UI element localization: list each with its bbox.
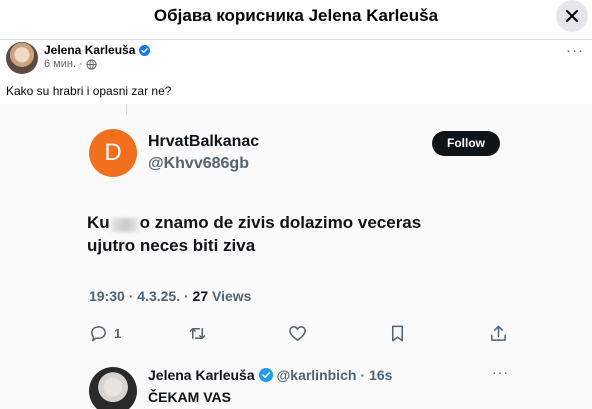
meta-separator: · bbox=[79, 58, 83, 70]
close-button[interactable] bbox=[556, 0, 588, 32]
reply-action: 1 bbox=[89, 322, 121, 344]
tweet-avatar: D bbox=[89, 129, 137, 177]
censor-blur bbox=[110, 217, 139, 232]
reply-icon bbox=[91, 325, 106, 341]
dialog-header: Објава корисника Jelena Karleuša bbox=[0, 0, 592, 40]
tweet-text-rest: o znamo de zivis dolazimo veceras bbox=[139, 213, 422, 232]
tweet-text: Ku o znamo de zivis dolazimo veceras ujut… bbox=[87, 211, 507, 257]
share-icon bbox=[491, 325, 506, 341]
tweet-text-prefix: Ku bbox=[87, 213, 110, 232]
reply-time: 16s bbox=[369, 367, 393, 383]
thread-line bbox=[126, 104, 127, 114]
tweet-actions: 1 bbox=[0, 322, 592, 344]
author-name[interactable]: Jelena Karleuša bbox=[44, 43, 135, 57]
tweet-text-line2: ujutro neces biti ziva bbox=[87, 236, 256, 255]
post-time[interactable]: 6 мин. bbox=[44, 58, 76, 70]
tweet-time: 19:30 bbox=[89, 288, 125, 304]
reply-author-name: Jelena Karleuša bbox=[148, 367, 255, 383]
like-action bbox=[288, 322, 307, 344]
bookmark-icon bbox=[391, 325, 404, 341]
reply-dot: · bbox=[360, 367, 366, 383]
tweet-author-name: HrvatBalkanac bbox=[148, 133, 260, 150]
verified-badge-icon bbox=[258, 368, 273, 382]
post-text: Kako su hrabri i opasni zar ne? bbox=[6, 84, 172, 98]
reply-count: 1 bbox=[114, 325, 122, 341]
author-avatar[interactable] bbox=[6, 42, 38, 74]
retweet-action bbox=[188, 322, 207, 344]
tweet-views-label: Views bbox=[212, 288, 252, 304]
tweet-avatar-letter: D bbox=[104, 139, 122, 166]
tweet-meta-dot: · bbox=[183, 288, 189, 304]
post-meta: 6 мин. · bbox=[44, 58, 97, 70]
reply-author-handle: @karlinbich bbox=[276, 367, 357, 383]
post-menu-button[interactable]: ··· bbox=[566, 42, 584, 59]
reply-avatar bbox=[89, 367, 137, 409]
dialog-title: Објава корисника Jelena Karleuša bbox=[153, 6, 439, 25]
share-action bbox=[489, 322, 508, 344]
reply-menu-icon: ··· bbox=[492, 364, 509, 380]
reply-header: Jelena Karleuša @karlinbich · 16s bbox=[148, 367, 392, 383]
reply-text: ČEKAM VAS bbox=[148, 389, 231, 405]
retweet-icon bbox=[189, 327, 206, 339]
tweet-meta-dot: · bbox=[128, 288, 134, 304]
author-row: Jelena Karleuša bbox=[44, 43, 151, 57]
tweet-author-handle: @Khvv686gb bbox=[148, 155, 249, 172]
tweet-date: 4.3.25. bbox=[137, 288, 181, 304]
verified-badge-icon bbox=[139, 44, 151, 56]
tweet-meta: 19:30 · 4.3.25. · 27 Views bbox=[89, 288, 251, 304]
follow-button: Follow bbox=[432, 131, 500, 156]
bookmark-action bbox=[388, 322, 407, 344]
close-icon bbox=[566, 10, 578, 22]
heart-icon bbox=[289, 325, 306, 341]
globe-icon bbox=[86, 58, 97, 70]
tweet-views-count: 27 bbox=[192, 288, 209, 304]
